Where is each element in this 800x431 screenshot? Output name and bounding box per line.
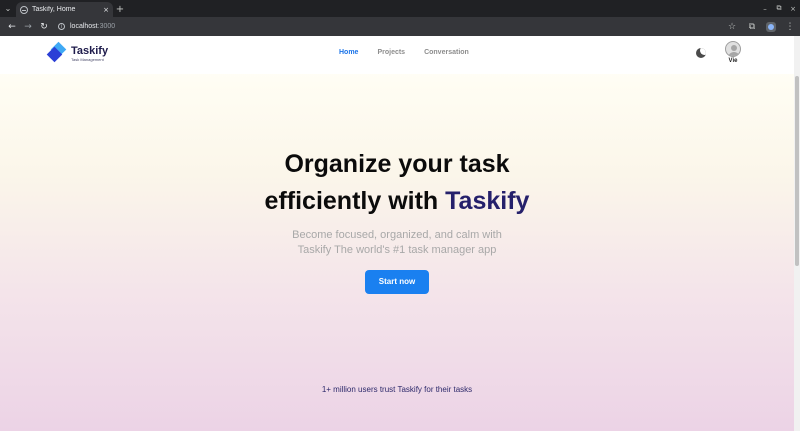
- reload-icon[interactable]: ↻: [36, 17, 52, 36]
- user-menu[interactable]: Vie: [724, 41, 742, 64]
- forward-icon[interactable]: →: [20, 17, 36, 36]
- hero-subtitle: Become focused, organized, and calm with…: [292, 229, 502, 256]
- taskify-logo[interactable]: Taskify Task Management: [46, 41, 109, 63]
- extensions-icon[interactable]: ⧉: [746, 22, 758, 32]
- logo-tagline: Task Management: [71, 56, 104, 62]
- moon-icon: [696, 48, 706, 58]
- tab-close-button[interactable]: ×: [103, 6, 109, 14]
- address-bar[interactable]: i localhost:3000: [52, 19, 726, 34]
- user-name: Vie: [728, 58, 738, 64]
- hero-section: Organize your task efficiently with Task…: [0, 146, 794, 294]
- avatar-icon: [725, 41, 741, 57]
- close-window-button[interactable]: ×: [786, 5, 800, 13]
- logo-name: Taskify: [71, 44, 109, 57]
- hero-title-brand: Taskify: [445, 187, 530, 215]
- globe-icon: [20, 5, 28, 14]
- window-controls: – ⧉ ×: [758, 0, 800, 17]
- new-tab-button[interactable]: +: [113, 2, 127, 17]
- page-scrollbar[interactable]: [794, 36, 800, 431]
- profile-icon[interactable]: [766, 21, 776, 32]
- hero-title: Organize your task efficiently with Task…: [264, 150, 530, 215]
- back-icon[interactable]: ←: [4, 17, 20, 36]
- browser-tab[interactable]: Taskify, Home ×: [16, 2, 113, 17]
- trust-statement: 1+ million users trust Taskify for their…: [321, 385, 473, 394]
- scrollbar-thumb[interactable]: [795, 76, 799, 266]
- tab-search-icon[interactable]: ⌄: [0, 0, 16, 17]
- browser-tab-strip: ⌄ Taskify, Home × + – ⧉ ×: [0, 0, 800, 17]
- minimize-button[interactable]: –: [758, 5, 772, 13]
- bookmark-star-icon[interactable]: ☆: [726, 22, 738, 32]
- nav-link-home[interactable]: Home: [339, 49, 358, 56]
- url-text: localhost:3000: [70, 23, 116, 30]
- menu-kebab-icon[interactable]: ⋮: [784, 22, 796, 32]
- theme-toggle-button[interactable]: [696, 48, 706, 58]
- tab-title: Taskify, Home: [32, 6, 76, 13]
- page-viewport: Taskify Task Management Home Projects Co…: [0, 36, 800, 431]
- site-navbar: Taskify Task Management Home Projects Co…: [0, 36, 794, 74]
- logo-mark-icon: [46, 41, 67, 63]
- main-nav: Home Projects Conversation: [339, 49, 469, 56]
- site-info-icon[interactable]: i: [58, 23, 65, 30]
- nav-link-projects[interactable]: Projects: [377, 49, 405, 56]
- nav-link-conversation[interactable]: Conversation: [424, 49, 469, 56]
- start-now-button[interactable]: Start now: [364, 270, 430, 294]
- restore-button[interactable]: ⧉: [772, 4, 786, 13]
- browser-toolbar: ← → ↻ i localhost:3000 ☆ ⧉ ⋮: [0, 17, 800, 36]
